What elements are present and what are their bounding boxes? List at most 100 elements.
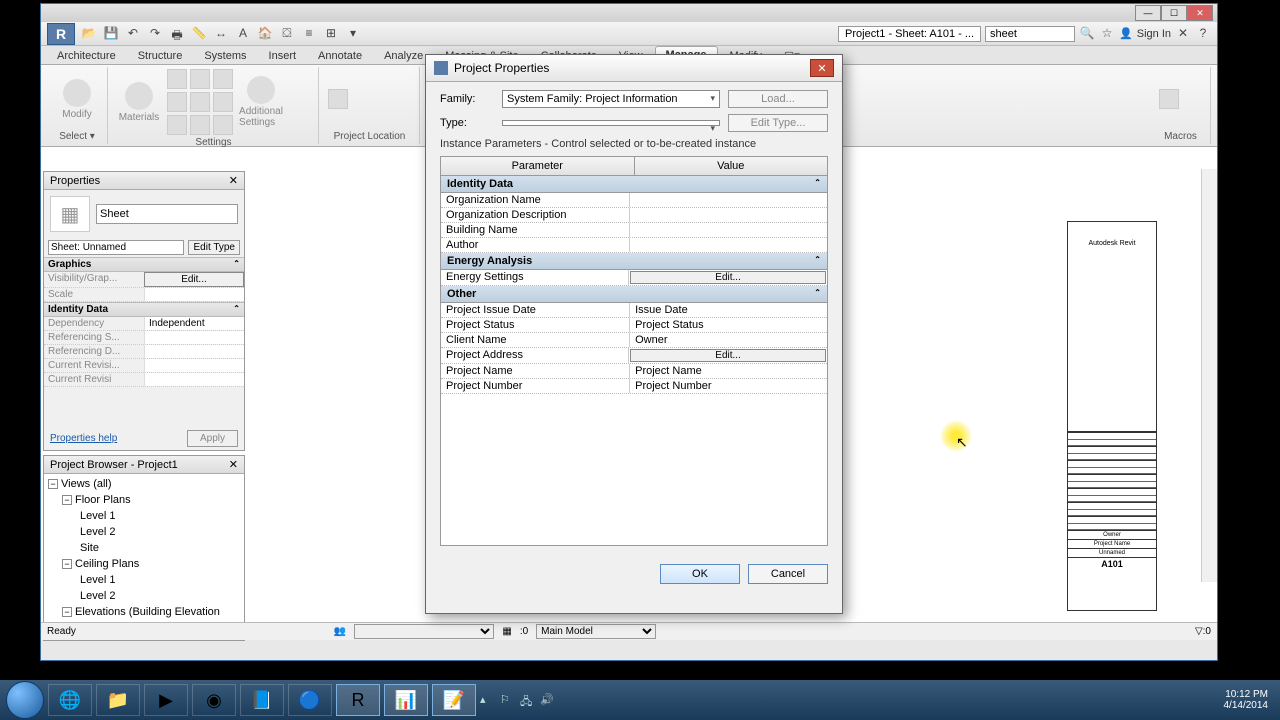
tab-architecture[interactable]: Architecture [47, 48, 126, 64]
param-value-cell[interactable]: Project Number [630, 379, 827, 393]
location-icon[interactable] [328, 89, 348, 109]
tree-item-level1[interactable]: Level 1 [48, 508, 240, 524]
tray-network-icon[interactable]: 🖧 [520, 693, 534, 707]
minimize-button[interactable]: — [1135, 5, 1161, 21]
maximize-button[interactable]: ☐ [1161, 5, 1187, 21]
tab-structure[interactable]: Structure [128, 48, 193, 64]
param-value-cell[interactable] [630, 223, 827, 237]
redo-icon[interactable]: ↷ [147, 26, 163, 42]
taskbar-explorer[interactable]: 📁 [96, 684, 140, 716]
additional-settings-button[interactable]: Additional Settings [239, 76, 283, 128]
floor-plans-node[interactable]: Floor Plans [75, 494, 131, 506]
tree-item-cp-level2[interactable]: Level 2 [48, 588, 240, 604]
app-menu-button[interactable]: R [47, 23, 75, 45]
param-edit-button[interactable]: Edit... [630, 349, 826, 362]
taskbar-revit[interactable]: R [336, 684, 380, 716]
param-value-cell[interactable] [630, 193, 827, 207]
search-input[interactable] [985, 26, 1075, 42]
help-icon[interactable]: ? [1195, 26, 1211, 42]
param-value-cell[interactable]: Project Status [630, 318, 827, 332]
tray-flag-icon[interactable]: ⚐ [500, 693, 514, 707]
tray-volume-icon[interactable]: 🔊 [540, 693, 554, 707]
units-icon[interactable] [167, 115, 187, 135]
family-dropdown[interactable]: System Family: Project Information [502, 90, 720, 108]
undo-icon[interactable]: ↶ [125, 26, 141, 42]
identity-group-header[interactable]: Identity Data [44, 302, 244, 317]
param-value-cell[interactable]: Owner [630, 333, 827, 347]
tray-up-icon[interactable]: ▴ [480, 693, 494, 707]
sign-in-button[interactable]: Sign In [1137, 28, 1171, 40]
design-option-dropdown[interactable]: Main Model [536, 624, 656, 639]
tree-item-level2[interactable]: Level 2 [48, 524, 240, 540]
param-value-cell[interactable] [630, 238, 827, 252]
project-info-icon[interactable] [213, 69, 233, 89]
system-tray-clock[interactable]: 10:12 PM 4/14/2014 [1224, 689, 1275, 711]
start-button[interactable] [6, 681, 44, 719]
taskbar-ie[interactable]: 🌐 [48, 684, 92, 716]
edit-type-button[interactable]: Edit Type [188, 240, 240, 255]
graphics-group-header[interactable]: Graphics [44, 257, 244, 272]
param-group-header[interactable]: Energy Analysis [441, 253, 827, 270]
taskbar-app1[interactable]: 📘 [240, 684, 284, 716]
param-value-cell[interactable] [630, 208, 827, 222]
expander-elevations[interactable]: − [62, 607, 72, 617]
section-icon[interactable]: ⛋ [279, 26, 295, 42]
tab-insert[interactable]: Insert [259, 48, 307, 64]
load-button[interactable]: Load... [728, 90, 828, 108]
transfer-icon[interactable] [190, 92, 210, 112]
visibility-edit-button[interactable]: Edit... [144, 272, 244, 287]
tab-systems[interactable]: Systems [194, 48, 256, 64]
close-browser-icon[interactable]: ✕ [229, 458, 238, 471]
worksets-icon[interactable]: 👥 [334, 626, 346, 637]
materials-button[interactable]: Materials [117, 82, 161, 123]
scale-value[interactable] [144, 288, 244, 301]
type-dropdown[interactable] [502, 120, 720, 126]
macros-icon[interactable] [1159, 89, 1179, 109]
open-icon[interactable]: 📂 [81, 26, 97, 42]
close-button[interactable]: ✕ [1187, 5, 1213, 21]
exchange-icon[interactable]: ✕ [1175, 26, 1191, 42]
thin-lines-icon[interactable]: ≡ [301, 26, 317, 42]
3d-icon[interactable]: 🏠 [257, 26, 273, 42]
editable-only-icon[interactable]: ▦ [502, 626, 511, 637]
apply-button[interactable]: Apply [187, 430, 238, 447]
vertical-scrollbar[interactable] [1201, 169, 1217, 582]
mep-icon[interactable] [213, 115, 233, 135]
filter-icon[interactable]: ▽:0 [1195, 626, 1211, 637]
close-properties-icon[interactable]: ✕ [229, 174, 238, 187]
taskbar-notes[interactable]: 📝 [432, 684, 476, 716]
switch-windows-icon[interactable]: ▾ [345, 26, 361, 42]
elevations-node[interactable]: Elevations (Building Elevation [75, 606, 220, 618]
favorite-icon[interactable]: ☆ [1099, 26, 1115, 42]
instance-selector[interactable]: Sheet: Unnamed [48, 240, 184, 255]
shared-param-icon[interactable] [190, 115, 210, 135]
taskbar-skype[interactable]: 🔵 [288, 684, 332, 716]
dim-icon[interactable]: ↔ [213, 26, 229, 42]
param-edit-button[interactable]: Edit... [630, 271, 826, 284]
tree-item-site[interactable]: Site [48, 540, 240, 556]
print-icon[interactable]: 🖶 [169, 26, 185, 42]
object-styles-icon[interactable] [167, 69, 187, 89]
ceiling-plans-node[interactable]: Ceiling Plans [75, 558, 139, 570]
properties-help-link[interactable]: Properties help [50, 433, 117, 444]
text-icon[interactable]: A [235, 26, 251, 42]
workset-dropdown[interactable] [354, 624, 494, 639]
taskbar-chrome[interactable]: ◉ [192, 684, 236, 716]
edit-type-dialog-button[interactable]: Edit Type... [728, 114, 828, 132]
dialog-close-button[interactable]: ✕ [810, 59, 834, 77]
param-group-header[interactable]: Identity Data [441, 176, 827, 193]
close-hidden-icon[interactable]: ⊞ [323, 26, 339, 42]
type-selector[interactable]: Sheet [96, 204, 238, 224]
search-icon[interactable]: 🔍 [1079, 26, 1095, 42]
tree-item-cp-level1[interactable]: Level 1 [48, 572, 240, 588]
save-icon[interactable]: 💾 [103, 26, 119, 42]
tab-annotate[interactable]: Annotate [308, 48, 372, 64]
measure-icon[interactable]: 📏 [191, 26, 207, 42]
expander-floorplans[interactable]: − [62, 495, 72, 505]
ok-button[interactable]: OK [660, 564, 740, 584]
views-root-node[interactable]: Views (all) [61, 478, 112, 490]
expander-ceilingplans[interactable]: − [62, 559, 72, 569]
param-value-cell[interactable]: Project Name [630, 364, 827, 378]
expander-views[interactable]: − [48, 479, 58, 489]
taskbar-media[interactable]: ▶ [144, 684, 188, 716]
